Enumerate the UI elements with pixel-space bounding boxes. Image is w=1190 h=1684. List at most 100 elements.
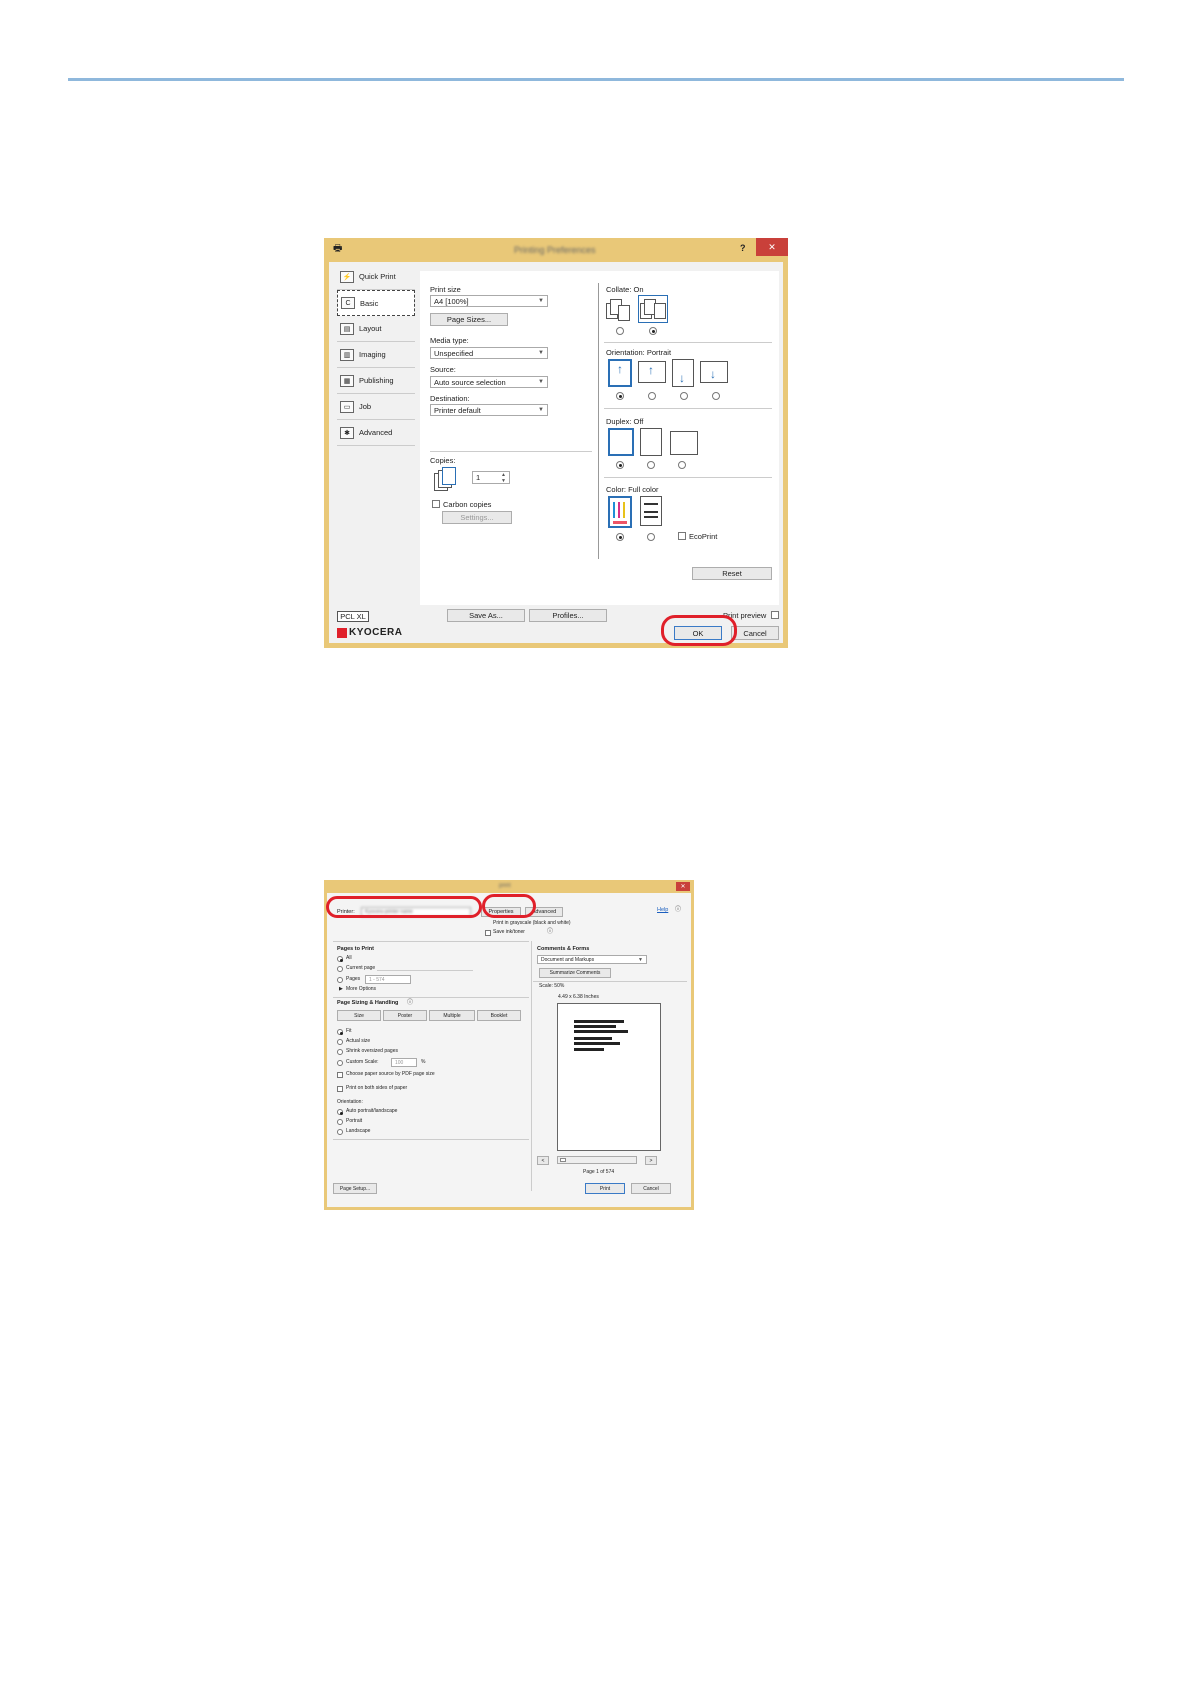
help-link[interactable]: Help bbox=[657, 907, 668, 914]
duplex-label: Duplex: Off bbox=[606, 417, 644, 426]
save-as-button[interactable]: Save As... bbox=[447, 609, 525, 622]
shrink-radio[interactable] bbox=[337, 1049, 343, 1055]
full-color-radio[interactable] bbox=[616, 533, 624, 541]
page-sizes-button[interactable]: Page Sizes... bbox=[430, 313, 508, 326]
nav-publishing[interactable]: ▦ Publishing bbox=[337, 368, 415, 394]
scroll-thumb[interactable] bbox=[560, 1158, 566, 1162]
duplex-short-edge-radio[interactable] bbox=[678, 461, 686, 469]
portrait-option[interactable]: ↑ bbox=[608, 359, 632, 387]
destination-select[interactable]: Printer default ▼ bbox=[430, 404, 548, 416]
imaging-icon: ▥ bbox=[340, 348, 354, 361]
rotated-landscape-radio[interactable] bbox=[712, 392, 720, 400]
save-ink-checkbox[interactable] bbox=[485, 930, 491, 936]
chevron-down-icon: ▼ bbox=[538, 298, 544, 304]
page-scrollbar[interactable] bbox=[557, 1156, 637, 1164]
choose-paper-checkbox[interactable] bbox=[337, 1072, 343, 1078]
nav-basic[interactable]: C Basic bbox=[337, 290, 415, 316]
cancel-button[interactable]: Cancel bbox=[631, 1183, 671, 1194]
close-button[interactable]: ✕ bbox=[756, 238, 788, 256]
nav-quick-print[interactable]: ⚡ Quick Print bbox=[337, 264, 415, 290]
landscape-radio[interactable] bbox=[648, 392, 656, 400]
more-options-toggle[interactable]: More Options bbox=[346, 987, 376, 992]
multiple-button[interactable]: Multiple bbox=[429, 1010, 475, 1021]
profiles-button[interactable]: Profiles... bbox=[529, 609, 607, 622]
size-button[interactable]: Size bbox=[337, 1010, 381, 1021]
lines-icon bbox=[644, 516, 658, 518]
kyocera-wordmark: KYOCERA bbox=[349, 627, 403, 638]
both-sides-label: Print on both sides of paper bbox=[346, 1085, 408, 1091]
source-select[interactable]: Auto source selection ▼ bbox=[430, 376, 548, 388]
full-color-option[interactable] bbox=[608, 496, 632, 528]
portrait-label: Portrait bbox=[346, 1118, 363, 1124]
page-setup-button[interactable]: Page Setup... bbox=[333, 1183, 377, 1194]
all-pages-radio[interactable] bbox=[337, 956, 343, 962]
preview-text-block bbox=[574, 1042, 620, 1045]
ecoprint-checkbox[interactable] bbox=[678, 532, 686, 540]
previous-page-button[interactable]: < bbox=[537, 1156, 549, 1165]
collate-on-icon bbox=[638, 295, 668, 323]
job-icon: ▭ bbox=[340, 400, 354, 413]
booklet-button[interactable]: Booklet bbox=[477, 1010, 521, 1021]
summarize-comments-button[interactable]: Summarize Comments bbox=[539, 968, 611, 978]
portrait-radio[interactable] bbox=[616, 392, 624, 400]
poster-button[interactable]: Poster bbox=[383, 1010, 427, 1021]
duplex-off-option[interactable] bbox=[608, 428, 634, 456]
landscape-radio[interactable] bbox=[337, 1129, 343, 1135]
next-page-button[interactable]: > bbox=[645, 1156, 657, 1165]
scale-label: Scale: 50% bbox=[539, 983, 565, 989]
collate-off-radio[interactable] bbox=[616, 327, 624, 335]
print-button[interactable]: Print bbox=[585, 1183, 625, 1194]
close-button[interactable]: ✕ bbox=[676, 882, 690, 891]
collate-on-radio[interactable] bbox=[649, 327, 657, 335]
copies-stepper[interactable]: 1 ▲ ▼ bbox=[472, 471, 510, 484]
divider bbox=[377, 970, 473, 971]
preview-text-block bbox=[574, 1037, 612, 1040]
portrait-radio[interactable] bbox=[337, 1119, 343, 1125]
nav-job[interactable]: ▭ Job bbox=[337, 394, 415, 420]
custom-scale-value: 100 bbox=[395, 1059, 404, 1066]
reset-button[interactable]: Reset bbox=[692, 567, 772, 580]
rotated-portrait-radio[interactable] bbox=[680, 392, 688, 400]
duplex-long-edge-radio[interactable] bbox=[647, 461, 655, 469]
fit-radio[interactable] bbox=[337, 1029, 343, 1035]
duplex-short-edge-option[interactable] bbox=[670, 431, 698, 455]
black-white-radio[interactable] bbox=[647, 533, 655, 541]
kyocera-logo: KYOCERA bbox=[337, 627, 403, 638]
help-button[interactable]: ? bbox=[740, 244, 746, 253]
comments-select[interactable]: Document and Markups ▼ bbox=[537, 955, 647, 964]
rotated-portrait-option[interactable]: ↓ bbox=[672, 359, 694, 387]
landscape-option[interactable]: ↑ bbox=[638, 361, 666, 383]
nav-advanced[interactable]: ✱ Advanced bbox=[337, 420, 415, 446]
nav-imaging[interactable]: ▥ Imaging bbox=[337, 342, 415, 368]
black-white-option[interactable] bbox=[640, 496, 662, 526]
cancel-button[interactable]: Cancel bbox=[731, 626, 779, 640]
color-bars-icon bbox=[623, 502, 625, 518]
nav-layout[interactable]: ▤ Layout bbox=[337, 316, 415, 342]
current-page-radio[interactable] bbox=[337, 966, 343, 972]
stepper-icon[interactable]: ▲ ▼ bbox=[501, 472, 506, 484]
carbon-copies-checkbox[interactable] bbox=[432, 500, 440, 508]
nav-label: Layout bbox=[359, 324, 382, 333]
column-divider bbox=[598, 283, 599, 559]
pages-label: Pages bbox=[346, 976, 361, 982]
custom-scale-input[interactable]: 100 bbox=[391, 1058, 417, 1067]
print-preview-checkbox[interactable] bbox=[771, 611, 779, 619]
both-sides-checkbox[interactable] bbox=[337, 1086, 343, 1092]
auto-orientation-radio[interactable] bbox=[337, 1109, 343, 1115]
duplex-long-edge-option[interactable] bbox=[640, 428, 662, 456]
pcl-xl-badge: PCL XL bbox=[337, 611, 369, 622]
pages-range-input[interactable]: 1 - 574 bbox=[365, 975, 411, 984]
arrow-up-icon: ↑ bbox=[648, 363, 654, 377]
printer-field-highlight bbox=[326, 896, 482, 918]
settings-button[interactable]: Settings... bbox=[442, 511, 512, 524]
rotated-landscape-option[interactable]: ↓ bbox=[700, 361, 728, 383]
duplex-off-radio[interactable] bbox=[616, 461, 624, 469]
chevron-right-icon: ▶ bbox=[339, 986, 343, 992]
media-type-select[interactable]: Unspecified ▼ bbox=[430, 347, 548, 359]
pages-radio[interactable] bbox=[337, 977, 343, 983]
print-size-select[interactable]: A4 [100%] ▼ bbox=[430, 295, 548, 307]
chevron-down-icon: ▼ bbox=[538, 379, 544, 385]
custom-scale-radio[interactable] bbox=[337, 1060, 343, 1066]
actual-size-radio[interactable] bbox=[337, 1039, 343, 1045]
comments-value: Document and Markups bbox=[541, 956, 595, 963]
